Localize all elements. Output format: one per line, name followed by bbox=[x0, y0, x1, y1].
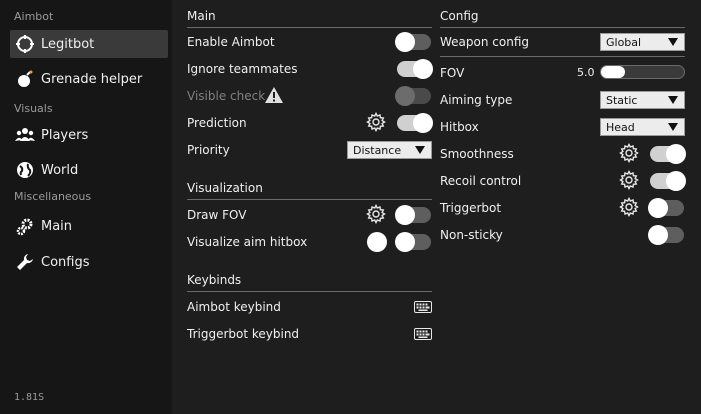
prediction-label: Prediction bbox=[187, 116, 247, 130]
aiming-type-label: Aiming type bbox=[440, 93, 513, 107]
visualization-section-divider bbox=[187, 199, 432, 200]
prediction-settings-gear-icon[interactable] bbox=[366, 112, 386, 132]
visible-check-toggle[interactable] bbox=[395, 86, 431, 106]
sidebar-item-players[interactable]: Players bbox=[10, 121, 168, 149]
triggerbot-keyboard-icon[interactable] bbox=[414, 328, 432, 340]
visualization-section-title: Visualization bbox=[187, 181, 263, 195]
recoil-control-toggle[interactable] bbox=[650, 171, 686, 191]
non-sticky-toggle[interactable] bbox=[648, 225, 684, 245]
recoil-control-settings-gear-icon[interactable] bbox=[619, 170, 639, 190]
weapon-config-select[interactable]: Global bbox=[600, 33, 685, 51]
sidebar-item-main[interactable]: Main bbox=[10, 212, 168, 240]
main-section-divider bbox=[187, 27, 432, 28]
globe-icon bbox=[15, 160, 35, 180]
visualize-aim-hitbox-label: Visualize aim hitbox bbox=[187, 235, 308, 249]
triggerbot-settings-gear-icon[interactable] bbox=[619, 197, 639, 217]
version-label: 1.81S bbox=[14, 392, 45, 403]
enable-aimbot-toggle[interactable] bbox=[395, 32, 431, 52]
non-sticky-label: Non-sticky bbox=[440, 228, 503, 242]
hitbox-select[interactable]: Head bbox=[600, 118, 685, 136]
hitbox-color-swatch[interactable] bbox=[367, 232, 387, 252]
sidebar-item-world[interactable]: World bbox=[10, 156, 168, 184]
sidebar-item-label: Configs bbox=[41, 254, 90, 270]
crosshair-icon bbox=[15, 34, 35, 54]
prediction-toggle[interactable] bbox=[397, 113, 433, 133]
triggerbot-toggle[interactable] bbox=[648, 198, 684, 218]
hitbox-label: Hitbox bbox=[440, 120, 479, 134]
sidebar-item-label: Grenade helper bbox=[41, 71, 143, 87]
triggerbot-keybind-label: Triggerbot keybind bbox=[187, 327, 300, 341]
section-label-aimbot: Aimbot bbox=[14, 10, 54, 23]
chevron-down-icon bbox=[668, 38, 678, 46]
chevron-down-icon bbox=[668, 123, 678, 131]
smoothness-label: Smoothness bbox=[440, 147, 514, 161]
section-label-miscellaneous: Miscellaneous bbox=[14, 190, 92, 203]
fov-slider-fill bbox=[601, 66, 625, 78]
keybinds-section-title: Keybinds bbox=[187, 273, 242, 287]
gears-icon bbox=[15, 216, 35, 236]
weapon-config-select-value: Global bbox=[606, 35, 642, 49]
smoothness-toggle[interactable] bbox=[650, 144, 686, 164]
wrench-icon bbox=[15, 252, 35, 272]
triggerbot-label: Triggerbot bbox=[440, 201, 502, 215]
config-subdivider bbox=[440, 56, 685, 57]
sidebar-item-label: Legitbot bbox=[41, 36, 95, 52]
section-label-visuals: Visuals bbox=[14, 102, 53, 115]
ignore-teammates-toggle[interactable] bbox=[397, 59, 433, 79]
draw-fov-toggle[interactable] bbox=[395, 205, 431, 225]
warning-icon bbox=[265, 87, 283, 103]
enable-aimbot-label: Enable Aimbot bbox=[187, 35, 275, 49]
config-section-divider bbox=[440, 27, 685, 28]
priority-label: Priority bbox=[187, 143, 230, 157]
weapon-config-label: Weapon config bbox=[440, 35, 529, 49]
recoil-control-label: Recoil control bbox=[440, 174, 522, 188]
fov-value: 5.0 bbox=[577, 66, 595, 79]
fov-slider[interactable] bbox=[600, 65, 685, 79]
sidebar-item-grenade-helper[interactable]: Grenade helper bbox=[10, 65, 168, 93]
smoothness-settings-gear-icon[interactable] bbox=[619, 143, 639, 163]
aiming-type-select[interactable]: Static bbox=[600, 91, 685, 109]
fov-label: FOV bbox=[440, 66, 465, 80]
bomb-icon bbox=[15, 69, 35, 89]
sidebar-item-configs[interactable]: Configs bbox=[10, 248, 168, 276]
sidebar: Aimbot Legitbot Grenade helper Visuals P… bbox=[0, 0, 172, 414]
hitbox-select-value: Head bbox=[606, 120, 635, 134]
sidebar-item-label: Players bbox=[41, 127, 89, 143]
aimbot-keybind-label: Aimbot keybind bbox=[187, 300, 281, 314]
main-section-title: Main bbox=[187, 9, 216, 23]
priority-select[interactable]: Distance bbox=[347, 141, 432, 159]
aimbot-keyboard-icon[interactable] bbox=[414, 301, 432, 313]
ignore-teammates-label: Ignore teammates bbox=[187, 62, 298, 76]
sidebar-item-label: Main bbox=[41, 218, 73, 234]
config-section-title: Config bbox=[440, 9, 479, 23]
chevron-down-icon bbox=[415, 146, 425, 154]
priority-select-value: Distance bbox=[353, 143, 402, 157]
keybinds-section-divider bbox=[187, 291, 432, 292]
aiming-type-select-value: Static bbox=[606, 93, 638, 107]
draw-fov-settings-gear-icon[interactable] bbox=[366, 204, 386, 224]
chevron-down-icon bbox=[668, 96, 678, 104]
sidebar-item-legitbot[interactable]: Legitbot bbox=[10, 30, 168, 58]
visualize-aim-hitbox-toggle[interactable] bbox=[395, 232, 431, 252]
users-icon bbox=[15, 125, 35, 145]
visible-check-label: Visible check bbox=[187, 89, 266, 103]
sidebar-item-label: World bbox=[41, 162, 79, 178]
draw-fov-label: Draw FOV bbox=[187, 208, 247, 222]
